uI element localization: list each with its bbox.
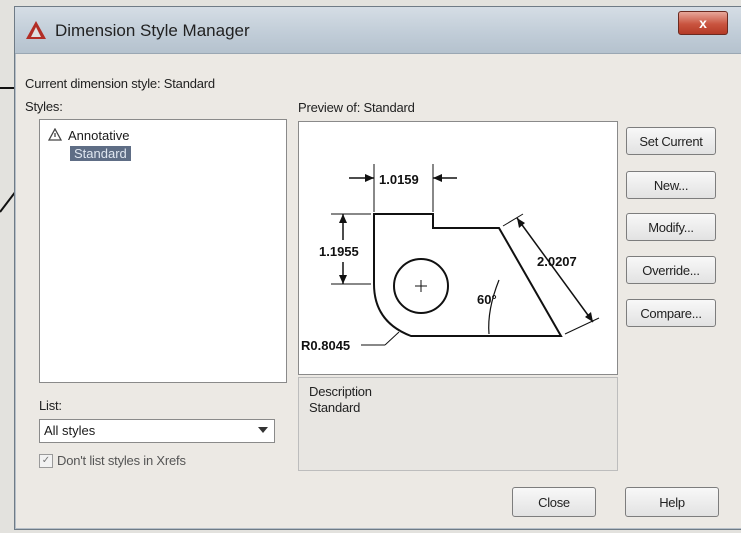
- set-current-button[interactable]: Set Current: [626, 127, 716, 155]
- xrefs-checkbox-label: Don't list styles in Xrefs: [57, 453, 186, 468]
- style-item-label: Standard: [70, 146, 131, 161]
- description-panel: Description Standard: [298, 377, 618, 471]
- styles-label: Styles:: [25, 99, 63, 114]
- new-button[interactable]: New...: [626, 171, 716, 199]
- compare-button[interactable]: Compare...: [626, 299, 716, 327]
- close-icon: x: [699, 15, 707, 31]
- styles-list[interactable]: Annotative Standard: [39, 119, 287, 383]
- close-window-button[interactable]: x: [678, 11, 728, 35]
- close-button[interactable]: Close: [512, 487, 596, 517]
- autocad-app-icon: [26, 21, 46, 39]
- current-style-label: Current dimension style: Standard: [25, 76, 215, 91]
- dim-angled-text: 2.0207: [537, 254, 577, 269]
- style-item-label: Annotative: [68, 128, 130, 143]
- title-bar[interactable]: Dimension Style Manager x: [15, 7, 741, 54]
- preview-label: Preview of: Standard: [298, 100, 415, 115]
- preview-panel: 1.0159 1.1955 2.0207 60° R0.8045: [298, 121, 618, 375]
- dim-radius-text: R0.8045: [301, 338, 350, 353]
- dimension-preview-drawing: 1.0159 1.1955 2.0207 60° R0.8045: [301, 164, 600, 353]
- dim-left-text: 1.1955: [319, 244, 359, 259]
- annotative-icon: [48, 128, 62, 141]
- list-filter-value: All styles: [44, 423, 96, 438]
- list-filter-select[interactable]: All styles: [39, 419, 275, 443]
- style-item-standard[interactable]: Standard: [70, 146, 131, 161]
- chevron-down-icon: [258, 427, 268, 433]
- description-label: Description: [309, 384, 372, 399]
- xrefs-checkbox[interactable]: ✓: [39, 454, 53, 468]
- list-label: List:: [39, 398, 62, 413]
- modify-button[interactable]: Modify...: [626, 213, 716, 241]
- description-value: Standard: [309, 400, 361, 415]
- dim-angle-text: 60°: [477, 292, 497, 307]
- window-title: Dimension Style Manager: [55, 21, 250, 40]
- dimension-style-manager-dialog: Dimension Style Manager x Current dimens…: [14, 6, 741, 530]
- override-button[interactable]: Override...: [626, 256, 716, 284]
- style-item-annotative[interactable]: Annotative: [48, 128, 248, 144]
- help-button[interactable]: Help: [625, 487, 719, 517]
- dim-top-text: 1.0159: [379, 172, 419, 187]
